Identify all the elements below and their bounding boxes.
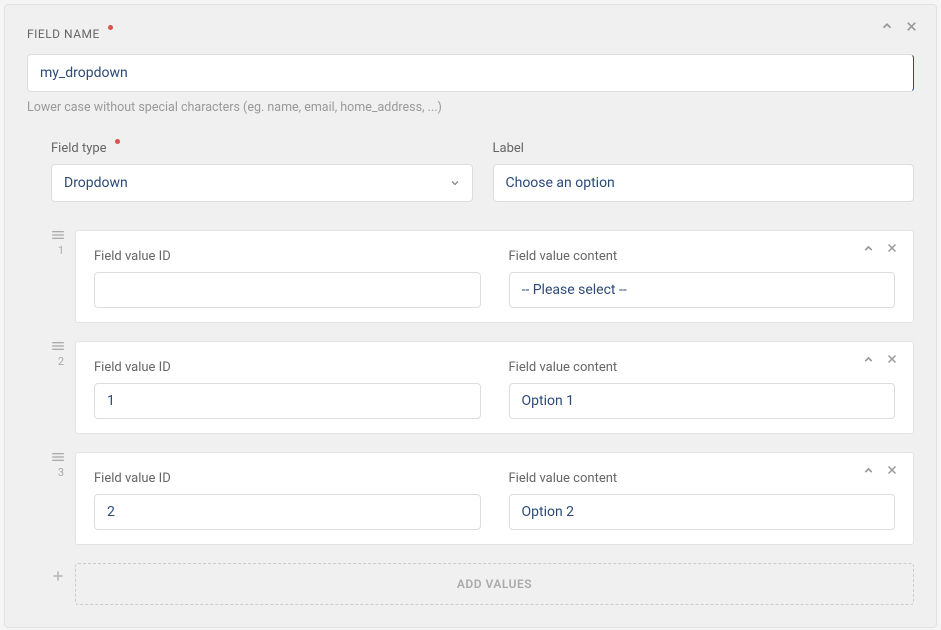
collapse-icon[interactable] bbox=[861, 352, 875, 366]
value-row: 2 Field value ID bbox=[75, 341, 914, 434]
value-content-label: Field value content bbox=[509, 249, 618, 264]
value-card: Field value ID Field value content bbox=[75, 452, 914, 545]
collapse-icon[interactable] bbox=[880, 19, 894, 33]
field-label-group: Label bbox=[493, 137, 915, 202]
value-id-label: Field value ID bbox=[94, 360, 171, 375]
values-list: 1 Field value ID bbox=[51, 230, 914, 605]
value-content-label: Field value content bbox=[509, 471, 618, 486]
close-icon[interactable] bbox=[904, 19, 918, 33]
value-row: 1 Field value ID bbox=[75, 230, 914, 323]
collapse-icon[interactable] bbox=[861, 241, 875, 255]
value-content-input[interactable] bbox=[509, 272, 896, 308]
required-dot-icon bbox=[108, 25, 113, 30]
row-number: 2 bbox=[51, 355, 71, 368]
row-number: 3 bbox=[51, 466, 71, 479]
field-type-row: Field type Dropdown Label bbox=[51, 137, 914, 202]
field-editor-panel: FIELD NAME Lower case without special ch… bbox=[4, 4, 937, 628]
value-card: Field value ID Field value content bbox=[75, 230, 914, 323]
field-name-label: FIELD NAME bbox=[27, 27, 100, 41]
value-content-input[interactable] bbox=[509, 494, 896, 530]
close-icon[interactable] bbox=[885, 241, 899, 255]
field-type-select[interactable]: Dropdown bbox=[51, 164, 473, 202]
label-input[interactable] bbox=[493, 164, 915, 202]
value-card: Field value ID Field value content bbox=[75, 341, 914, 434]
field-type-label: Field type bbox=[51, 141, 107, 156]
drag-handle-icon[interactable] bbox=[51, 230, 71, 240]
value-id-input[interactable] bbox=[94, 272, 481, 308]
add-values-button[interactable]: ADD VALUES bbox=[75, 563, 914, 605]
field-name-input[interactable] bbox=[27, 54, 914, 92]
field-name-hint: Lower case without special characters (e… bbox=[27, 100, 914, 115]
value-content-label: Field value content bbox=[509, 360, 618, 375]
value-id-input[interactable] bbox=[94, 383, 481, 419]
add-values-row: ADD VALUES bbox=[75, 563, 914, 605]
value-id-input[interactable] bbox=[94, 494, 481, 530]
field-type-group: Field type Dropdown bbox=[51, 137, 473, 202]
value-content-input[interactable] bbox=[509, 383, 896, 419]
drag-handle-icon[interactable] bbox=[51, 341, 71, 351]
required-dot-icon bbox=[115, 139, 120, 144]
value-id-label: Field value ID bbox=[94, 471, 171, 486]
close-icon[interactable] bbox=[885, 463, 899, 477]
plus-icon[interactable] bbox=[51, 569, 71, 583]
close-icon[interactable] bbox=[885, 352, 899, 366]
value-id-label: Field value ID bbox=[94, 249, 171, 264]
value-row: 3 Field value ID bbox=[75, 452, 914, 545]
row-number: 1 bbox=[51, 244, 71, 257]
collapse-icon[interactable] bbox=[861, 463, 875, 477]
label-label: Label bbox=[493, 141, 524, 156]
panel-actions bbox=[880, 19, 918, 33]
field-name-group: FIELD NAME Lower case without special ch… bbox=[27, 23, 914, 115]
drag-handle-icon[interactable] bbox=[51, 452, 71, 462]
